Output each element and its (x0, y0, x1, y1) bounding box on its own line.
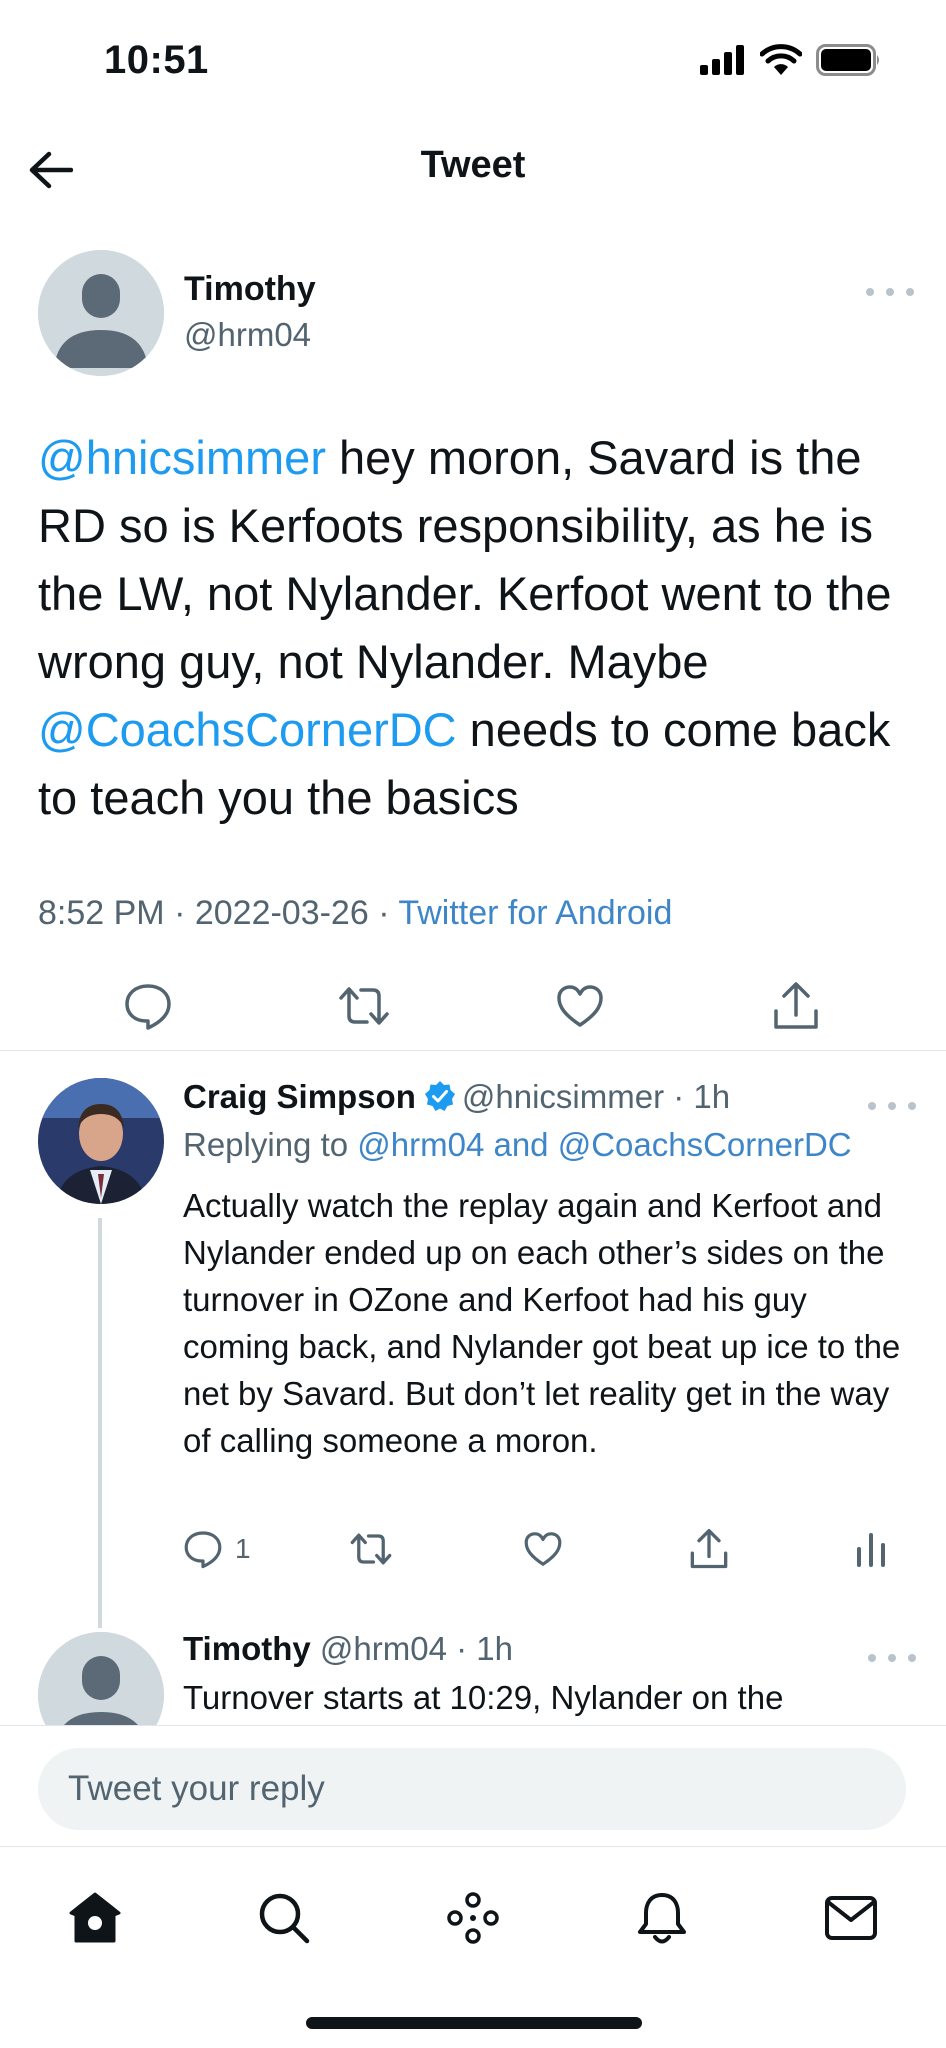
analytics-button[interactable] (855, 1524, 887, 1574)
more-button[interactable] (866, 280, 914, 304)
tab-search[interactable] (249, 1883, 319, 1953)
mention-link[interactable]: @CoachsCornerDC (38, 703, 457, 756)
like-button[interactable] (550, 976, 610, 1036)
status-bar: 10:51 (0, 0, 946, 120)
avatar[interactable] (38, 250, 164, 376)
tweet-meta: 8:52 PM · 2022-03-26 · Twitter for Andro… (38, 894, 672, 933)
tab-home[interactable] (60, 1883, 130, 1953)
tweet-timestamp: 8:52 PM · 2022-03-26 · (38, 894, 399, 932)
reply-action-bar: 1 (183, 1524, 903, 1574)
like-icon (557, 985, 603, 1027)
mention-link[interactable]: @hnicsimmer (38, 431, 326, 484)
avatar[interactable] (38, 1078, 164, 1204)
author-name[interactable]: Timothy (184, 270, 316, 309)
wifi-icon (760, 44, 802, 75)
more-button[interactable] (868, 1094, 916, 1118)
reply-button[interactable] (118, 976, 178, 1036)
reply-icon (125, 984, 171, 1030)
verified-icon (424, 1081, 455, 1111)
battery-icon (816, 44, 879, 76)
search-icon (259, 1893, 310, 1944)
retweet-icon (350, 1533, 392, 1565)
home-icon (69, 1892, 121, 1943)
share-button[interactable] (766, 976, 826, 1036)
tab-notifications[interactable] (627, 1883, 697, 1953)
page-title: Tweet (420, 144, 526, 186)
reply-button[interactable]: 1 (183, 1524, 251, 1574)
spaces-icon (447, 1892, 499, 1944)
like-button[interactable] (523, 1524, 563, 1574)
status-time: 10:51 (104, 38, 209, 82)
messages-icon (825, 1896, 877, 1940)
profile-photo-icon (38, 1078, 164, 1204)
notifications-icon (638, 1893, 686, 1944)
like-icon (524, 1532, 562, 1566)
reply-header: Timothy @hrm04 · 1h (183, 1630, 513, 1668)
analytics-icon (857, 1533, 885, 1567)
default-avatar-icon (38, 250, 164, 376)
replying-to-prefix: Replying to (183, 1126, 358, 1163)
tweet-text: @hnicsimmer hey moron, Savard is the RD … (38, 424, 918, 832)
tab-messages[interactable] (816, 1883, 886, 1953)
author-handle[interactable]: @hnicsimmer · 1h (462, 1078, 730, 1115)
reply-tweet[interactable]: Timothy @hrm04 · 1h Turnover starts at 1… (0, 1610, 946, 1725)
reply-count: 1 (235, 1533, 251, 1564)
author-name[interactable]: Timothy (183, 1630, 311, 1667)
reply-text: Actually watch the replay again and Kerf… (183, 1187, 901, 1459)
replying-to-links[interactable]: @hrm04 and @CoachsCornerDC (357, 1126, 851, 1163)
author-handle[interactable]: @hrm04 (184, 316, 311, 354)
default-avatar-icon (38, 1632, 164, 1725)
reply-icon (184, 1531, 222, 1569)
reply-tweet[interactable]: Craig Simpson @hnicsimmer · 1h Replying … (0, 1050, 946, 1628)
share-icon (690, 1529, 728, 1569)
more-icon (868, 1102, 876, 1110)
retweet-button[interactable] (349, 1524, 393, 1574)
tweet-source-link[interactable]: Twitter for Android (398, 894, 672, 932)
reply-header: Craig Simpson @hnicsimmer · 1h (183, 1078, 730, 1116)
retweet-button[interactable] (334, 976, 394, 1036)
author-name[interactable]: Craig Simpson (183, 1078, 416, 1115)
replying-to: Replying to @hrm04 and @CoachsCornerDC (183, 1126, 852, 1164)
retweet-icon (339, 987, 389, 1025)
status-icons (700, 44, 882, 76)
more-icon (868, 1654, 876, 1662)
reply-text: Turnover starts at 10:29, Nylander on th… (183, 1679, 784, 1716)
share-button[interactable] (689, 1524, 729, 1574)
main-tweet-author: Timothy @hrm04 (38, 250, 918, 380)
tab-spaces[interactable] (438, 1883, 508, 1953)
cellular-signal-icon (700, 45, 744, 75)
thread-line (98, 1218, 102, 1628)
bottom-tab-bar (0, 1846, 946, 2048)
author-handle[interactable]: @hrm04 · 1h (320, 1630, 513, 1667)
compose-bar: Tweet your reply (0, 1725, 946, 1845)
avatar[interactable] (38, 1632, 164, 1725)
header: Tweet (0, 120, 946, 216)
home-indicator[interactable] (306, 2017, 642, 2029)
share-icon (774, 982, 818, 1029)
more-icon (866, 288, 874, 296)
tweet-action-bar (0, 968, 946, 1058)
more-button[interactable] (868, 1646, 916, 1670)
reply-input[interactable]: Tweet your reply (38, 1748, 906, 1830)
